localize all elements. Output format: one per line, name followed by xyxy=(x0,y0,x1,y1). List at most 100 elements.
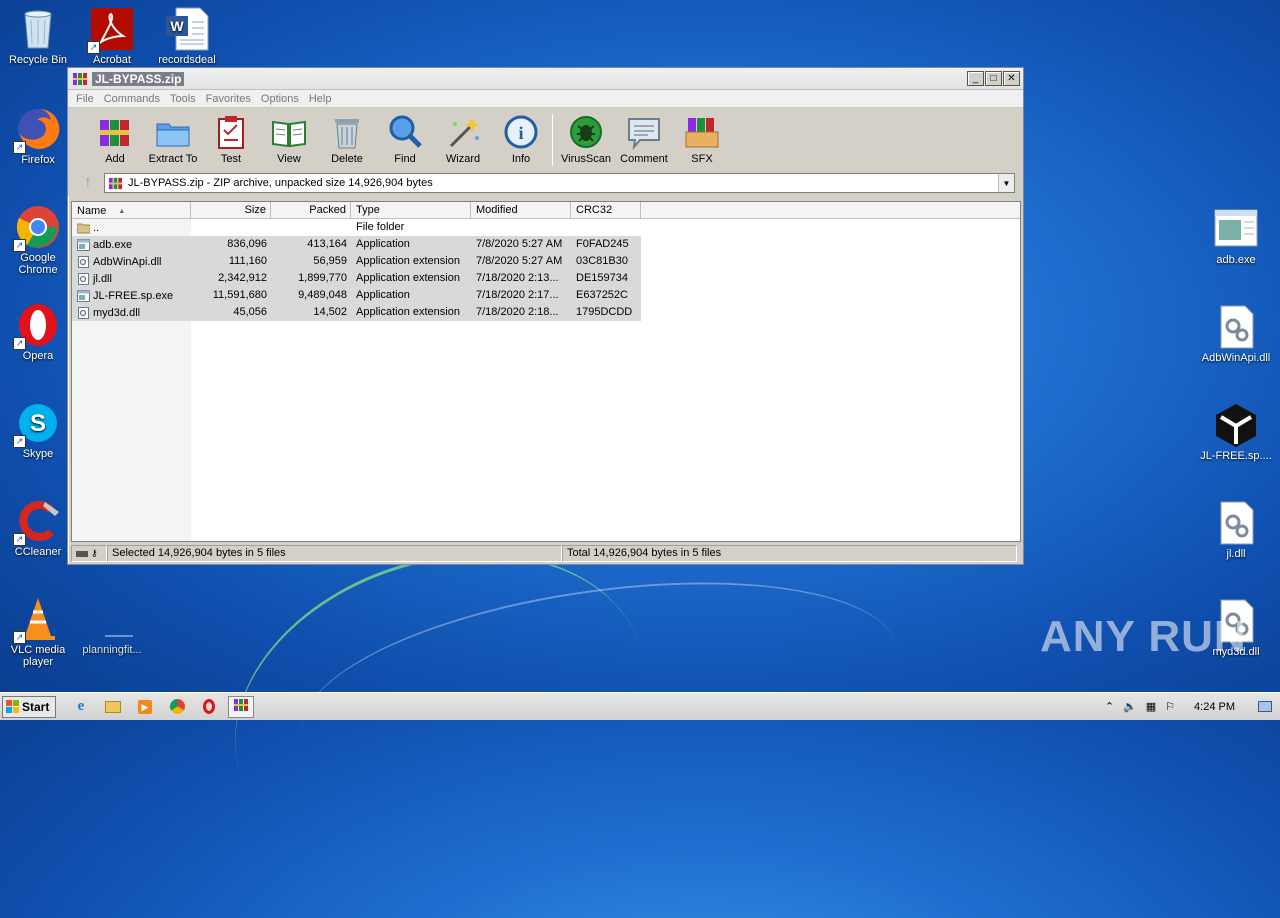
sort-ascending-icon: ▲ xyxy=(118,207,126,215)
delete-button[interactable]: Delete xyxy=(318,114,376,165)
column-header-packed[interactable]: Packed xyxy=(271,202,351,218)
tray-expand-icon[interactable]: ⌃ xyxy=(1105,700,1114,713)
desktop-icon-recycle-bin[interactable]: Recycle Bin xyxy=(0,6,76,66)
magnifier-icon xyxy=(387,114,423,150)
status-selected: Selected 14,926,904 bytes in 5 files xyxy=(107,545,562,562)
desktop-icon-firefox[interactable]: ↗ Firefox xyxy=(0,106,76,166)
file-packed xyxy=(271,219,351,236)
desktop-icon-acrobat[interactable]: ↗ Acrobat xyxy=(74,6,150,66)
desktop-icon-jl-dll[interactable]: jl.dll xyxy=(1198,500,1274,560)
menu-tools[interactable]: Tools xyxy=(165,93,201,105)
info-icon: i xyxy=(503,114,539,150)
desktop-icon-jl-free[interactable]: JL-FREE.sp.... xyxy=(1198,402,1274,462)
virusscan-button[interactable]: VirusScan xyxy=(557,114,615,165)
toolbar-separator xyxy=(552,114,553,166)
desktop-icon-opera[interactable]: ↗ Opera xyxy=(0,302,76,362)
desktop-icon-chrome[interactable]: ↗ Google Chrome xyxy=(0,204,76,276)
add-button[interactable]: Add xyxy=(86,114,144,165)
exe-file-icon xyxy=(77,289,93,302)
firefox-icon: ↗ xyxy=(13,106,61,154)
file-type: Application xyxy=(356,238,410,250)
menu-commands[interactable]: Commands xyxy=(99,93,165,105)
file-modified: 7/8/2020 5:27 AM xyxy=(476,255,563,267)
file-size: 11,591,680 xyxy=(212,289,267,301)
wizard-button[interactable]: Wizard xyxy=(434,114,492,165)
start-label: Start xyxy=(22,699,50,714)
shortcut-arrow-icon: ↗ xyxy=(13,631,26,644)
menu-favorites[interactable]: Favorites xyxy=(201,93,256,105)
path-dropdown-icon[interactable]: ▼ xyxy=(998,174,1014,192)
menu-options[interactable]: Options xyxy=(256,93,304,105)
minimize-button[interactable]: _ xyxy=(967,71,984,86)
taskbar-opera[interactable] xyxy=(196,696,222,718)
file-row[interactable]: myd3d.dll 45,056 14,502 Application extensi… xyxy=(72,304,641,321)
desktop-icon-adb-exe[interactable]: adb.exe xyxy=(1198,206,1274,266)
maximize-button[interactable]: □ xyxy=(985,71,1002,86)
comment-label: Comment xyxy=(620,153,668,165)
desktop-icon-adbwinapi-dll[interactable]: AdbWinApi.dll xyxy=(1198,304,1274,364)
info-button[interactable]: i Info xyxy=(492,114,550,165)
column-header-type[interactable]: Type xyxy=(351,202,471,218)
column-header-row: Name ▲ Size Packed Type Modified CRC32 xyxy=(72,202,1020,219)
network-icon[interactable]: ▦ xyxy=(1146,700,1156,713)
close-button[interactable]: ✕ xyxy=(1003,71,1020,86)
file-row[interactable]: adb.exe 836,096 413,164 Application 7/8/2020… xyxy=(72,236,641,253)
file-type: Application xyxy=(356,289,410,301)
title-bar[interactable]: JL-BYPASS.zip _ □ ✕ xyxy=(68,68,1023,90)
find-button[interactable]: Find xyxy=(376,114,434,165)
up-one-level-button[interactable]: ↑ xyxy=(72,172,104,194)
winrar-icon xyxy=(72,71,88,87)
column-header-crc32[interactable]: CRC32 xyxy=(571,202,641,218)
watermark: ANY RUN xyxy=(1040,612,1247,661)
system-tray: ⌃ 🔈 ▦ ⚐ 4:24 PM xyxy=(1105,700,1280,713)
clock[interactable]: 4:24 PM xyxy=(1194,701,1235,713)
shortcut-arrow-icon: ↗ xyxy=(13,337,26,350)
extract-to-label: Extract To xyxy=(148,153,198,165)
volume-icon[interactable]: 🔈 xyxy=(1123,700,1137,713)
taskbar-media-player[interactable]: ▶ xyxy=(132,696,158,718)
taskbar-chrome[interactable] xyxy=(164,696,190,718)
desktop-icon-skype[interactable]: S ↗ Skype xyxy=(0,400,76,460)
taskbar-explorer[interactable] xyxy=(100,696,126,718)
menu-help[interactable]: Help xyxy=(304,93,337,105)
file-row[interactable]: jl.dll 2,342,912 1,899,770 Application exte… xyxy=(72,270,641,287)
file-packed: 56,959 xyxy=(313,255,347,267)
extract-to-button[interactable]: Extract To xyxy=(144,114,202,165)
shortcut-arrow-icon: ↗ xyxy=(87,41,100,54)
sfx-button[interactable]: SFX xyxy=(673,114,731,165)
file-modified: 7/8/2020 5:27 AM xyxy=(476,238,563,250)
window-title: JL-BYPASS.zip xyxy=(92,71,185,86)
word-document-icon: W xyxy=(164,6,210,52)
file-packed: 9,489,048 xyxy=(298,289,347,301)
taskbar-ie[interactable]: e xyxy=(68,696,94,718)
desktop-icon-vlc[interactable]: ↗ VLC media player xyxy=(0,596,76,668)
desktop-icon-label: planningfit... xyxy=(82,644,142,656)
dll-gear-icon xyxy=(1213,500,1259,546)
desktop-icon-recordsdeal[interactable]: W recordsdeal xyxy=(149,6,225,66)
column-header-modified[interactable]: Modified xyxy=(471,202,571,218)
file-row[interactable]: JL-FREE.sp.exe 11,591,680 9,489,048 Applica… xyxy=(72,287,641,304)
file-name-cell: myd3d.dll xyxy=(72,304,191,321)
desktop-icon-planningfit[interactable]: planningfit... xyxy=(74,596,150,656)
test-button[interactable]: Test xyxy=(202,114,260,165)
view-button[interactable]: View xyxy=(260,114,318,165)
desktop-icon-ccleaner[interactable]: ↗ CCleaner xyxy=(0,498,76,558)
add-label: Add xyxy=(105,153,125,165)
arrow-up-icon: ↑ xyxy=(84,174,92,191)
file-row[interactable]: AdbWinApi.dll 111,160 56,959 Application ex… xyxy=(72,253,641,270)
action-center-flag-icon[interactable]: ⚐ xyxy=(1165,700,1175,713)
comment-button[interactable]: Comment xyxy=(615,114,673,165)
menu-file[interactable]: File xyxy=(71,93,99,105)
start-button[interactable]: Start xyxy=(2,695,56,718)
taskbar-winrar[interactable] xyxy=(228,695,254,718)
path-field[interactable]: JL-BYPASS.zip - ZIP archive, unpacked si… xyxy=(104,173,1015,193)
desktop-icon-label: recordsdeal xyxy=(158,54,216,66)
desktop-icon-label: Firefox xyxy=(21,154,55,166)
file-row[interactable]: .. File folder xyxy=(72,219,1020,236)
folder-icon xyxy=(105,700,121,713)
show-desktop-icon[interactable] xyxy=(1258,701,1272,712)
acrobat-icon: ↗ xyxy=(87,6,135,54)
column-header-name[interactable]: Name ▲ xyxy=(72,202,191,218)
file-type: Application extension xyxy=(356,272,460,284)
column-header-size[interactable]: Size xyxy=(191,202,271,218)
